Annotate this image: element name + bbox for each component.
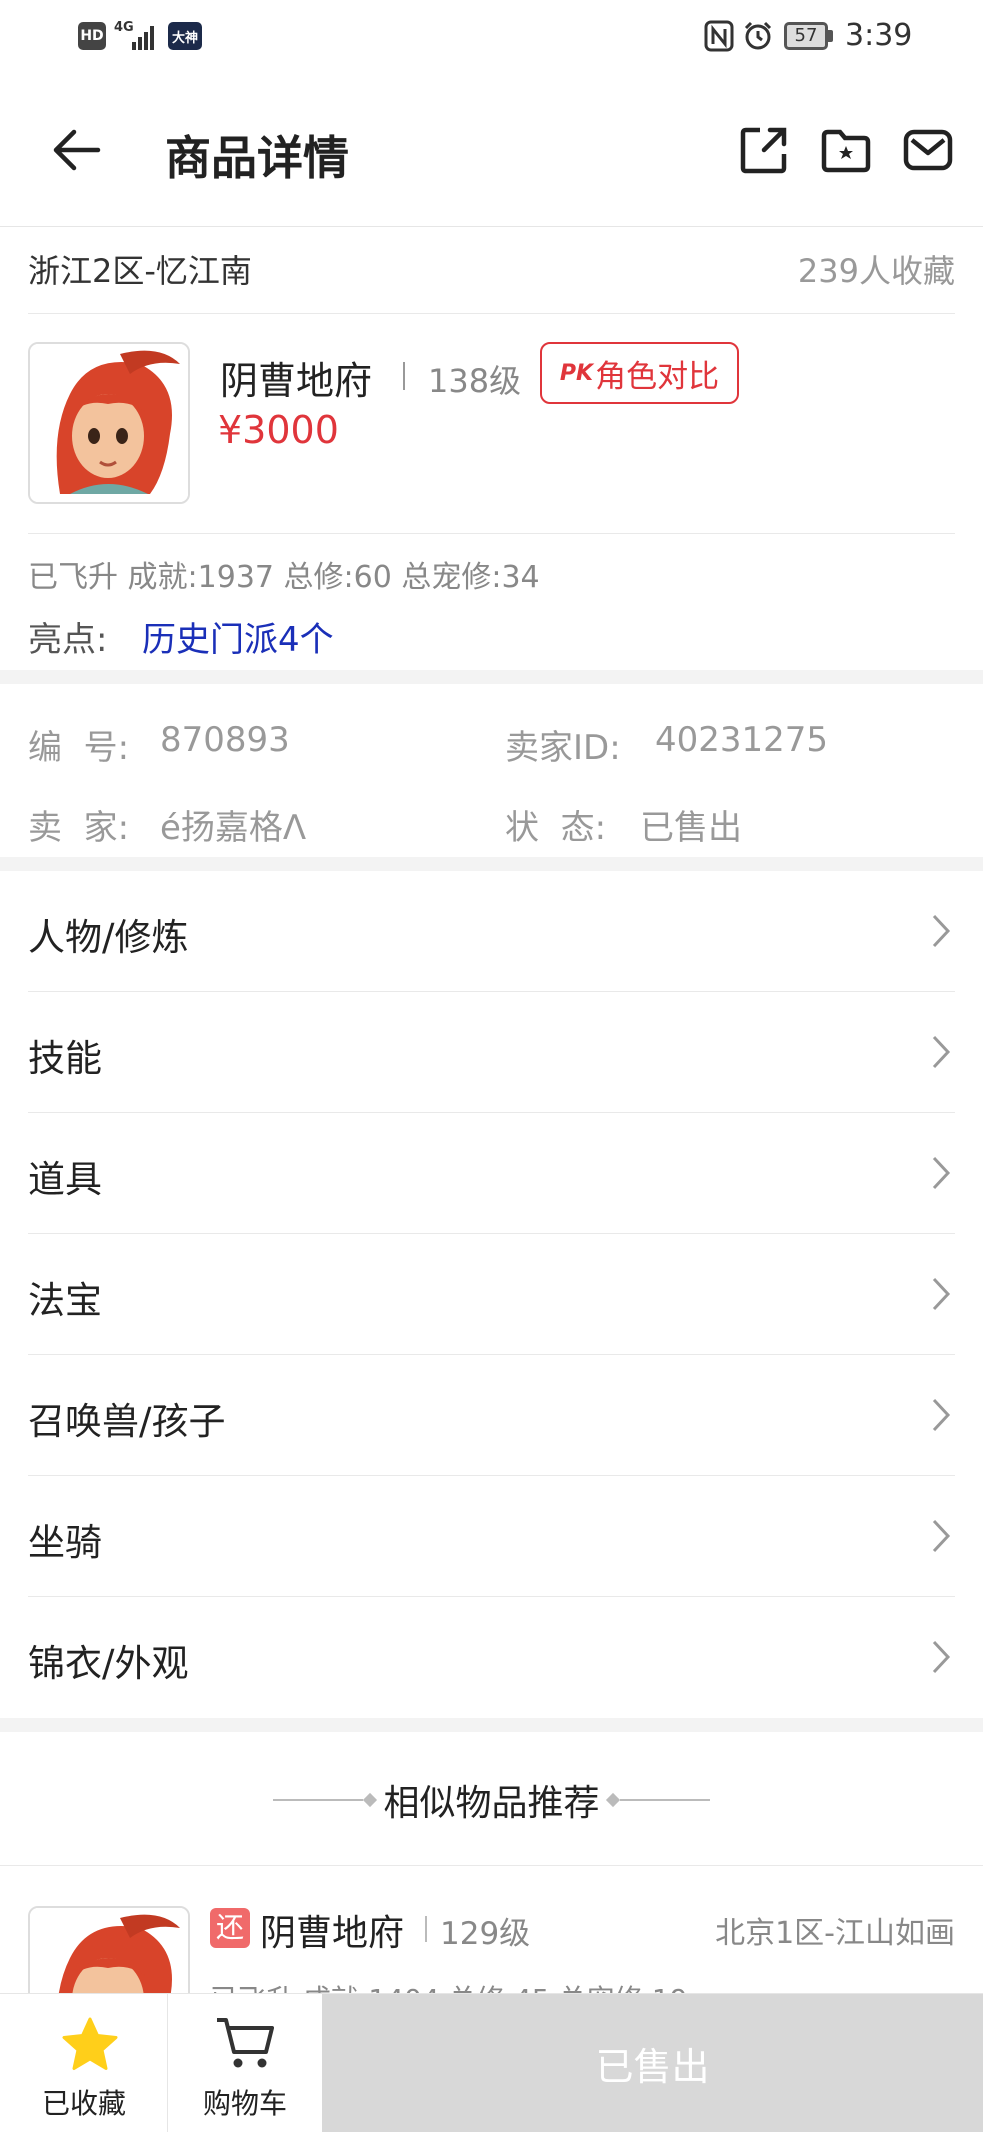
recommend-title: 相似物品推荐	[383, 1783, 600, 1824]
chevron-right-icon	[932, 1156, 951, 1190]
compare-button[interactable]: PK 角色对比	[540, 342, 739, 404]
sold-out-button[interactable]: 已售出	[322, 1994, 983, 2132]
seller-value: é扬嘉格Λ	[160, 808, 307, 848]
server-name: 浙江2区-忆江南	[28, 252, 252, 290]
ornament-diamond-right	[605, 1792, 620, 1808]
chevron-right-icon	[932, 1398, 951, 1432]
battery-icon: 57	[784, 22, 834, 50]
status-label: 状 态:	[505, 808, 607, 848]
menu-item-label: 技能	[28, 1037, 102, 1080]
chevron-right-icon	[932, 1640, 951, 1674]
bargain-tag: 还	[210, 1908, 250, 1948]
favorite-folder-icon[interactable]	[820, 124, 872, 176]
seller-id-label: 卖家ID:	[505, 728, 621, 768]
character-school: 阴曹地府	[220, 359, 373, 403]
compare-label: 角色对比	[595, 358, 720, 395]
menu-item-treasures[interactable]: 法宝	[0, 1234, 983, 1355]
recommend-stats: 已飞升 成就:1404 总修:45 总宠修:19	[210, 1978, 688, 1993]
signal-icon: 4G	[114, 20, 162, 52]
ornament-line-left	[273, 1799, 364, 1801]
favorited-label: 已收藏	[41, 2087, 126, 2120]
seller-label: 卖 家:	[28, 808, 130, 848]
star-icon	[62, 2017, 118, 2070]
chevron-right-icon	[932, 1519, 951, 1553]
ornament-line-right	[619, 1799, 710, 1801]
menu-item-label: 锦衣/外观	[28, 1642, 189, 1685]
hd-indicator: HD	[78, 22, 106, 50]
share-icon[interactable]	[738, 124, 790, 176]
separator	[403, 362, 405, 390]
recommend-header: 相似物品推荐	[0, 1770, 983, 1830]
clock: 3:39	[845, 18, 913, 53]
price: ¥3000	[218, 408, 339, 452]
sold-out-label: 已售出	[595, 2044, 710, 2089]
status-bar: HD 4G 大神 57 3:39	[0, 0, 983, 72]
recommend-avatar	[28, 1906, 190, 1993]
menu-item-skills[interactable]: 技能	[0, 992, 983, 1113]
divider	[28, 313, 955, 314]
nfc-icon	[704, 20, 734, 52]
cart-icon	[217, 2018, 274, 2068]
back-arrow-icon[interactable]	[48, 122, 104, 178]
character-level: 138级	[428, 362, 522, 400]
pk-icon: PK	[559, 360, 594, 386]
menu-item-character[interactable]: 人物/修炼	[0, 871, 983, 992]
chevron-right-icon	[932, 1035, 951, 1069]
character-avatar	[28, 342, 190, 504]
header-bar: 商品详情	[0, 72, 983, 227]
menu-item-mounts[interactable]: 坐骑	[0, 1476, 983, 1597]
menu-item-outfits[interactable]: 锦衣/外观	[0, 1597, 983, 1718]
id-value: 870893	[160, 720, 290, 760]
section-divider	[0, 1718, 983, 1732]
favorited-button[interactable]: 已收藏	[0, 1994, 168, 2132]
id-label: 编 号:	[28, 728, 130, 768]
cart-label: 购物车	[202, 2087, 287, 2120]
chevron-right-icon	[932, 914, 951, 948]
recommend-level: 129级	[440, 1916, 531, 1952]
recommend-school: 阴曹地府	[260, 1913, 405, 1954]
section-divider	[0, 857, 983, 871]
cart-button[interactable]: 购物车	[168, 1994, 322, 2132]
ornament-diamond-left	[363, 1792, 378, 1808]
bottom-bar: 已收藏 购物车 已售出	[0, 1993, 983, 2132]
menu-item-label: 召唤兽/孩子	[28, 1400, 226, 1443]
page-title: 商品详情	[165, 131, 349, 185]
separator	[425, 1916, 427, 1942]
section-divider	[0, 670, 983, 684]
app-badge: 大神	[168, 22, 202, 50]
message-icon[interactable]	[902, 124, 954, 176]
menu-item-label: 道具	[28, 1158, 102, 1201]
menu-item-label: 坐骑	[28, 1521, 102, 1564]
menu-item-label: 人物/修炼	[28, 916, 189, 959]
alarm-icon	[742, 20, 774, 52]
seller-id-value: 40231275	[655, 720, 829, 760]
chevron-right-icon	[932, 1277, 951, 1311]
recommend-item[interactable]: 还 阴曹地府 129级 北京1区-江山如画 已飞升 成就:1404 总修:45 …	[0, 1866, 983, 1993]
character-stats: 已飞升 成就:1937 总修:60 总宠修:34	[28, 560, 540, 595]
highlight-value: 历史门派4个	[142, 620, 334, 660]
menu-item-label: 法宝	[28, 1279, 102, 1322]
recommend-server: 北京1区-江山如画	[715, 1916, 955, 1951]
favorites-count: 239人收藏	[797, 252, 955, 290]
status-value: 已售出	[640, 808, 742, 848]
highlight-label: 亮点:	[28, 620, 108, 660]
menu-item-items[interactable]: 道具	[0, 1113, 983, 1234]
divider	[28, 533, 955, 534]
menu-item-pets[interactable]: 召唤兽/孩子	[0, 1355, 983, 1476]
